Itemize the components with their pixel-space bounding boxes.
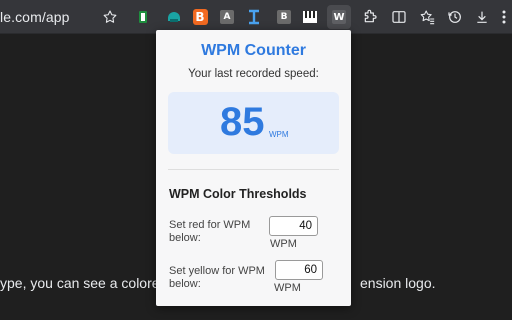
ext-teal-icon[interactable] — [164, 7, 184, 27]
ext-orange-b-icon[interactable]: B — [190, 7, 210, 27]
favorites-icon[interactable] — [417, 7, 437, 27]
page-text-right: ension logo. — [360, 275, 436, 291]
puzzle-icon[interactable] — [360, 7, 380, 27]
yellow-threshold-unit: WPM — [274, 282, 301, 294]
red-threshold-label: Set red for WPM below: — [169, 219, 251, 244]
red-threshold-unit: WPM — [270, 238, 297, 250]
split-view-icon[interactable] — [389, 7, 409, 27]
speed-card: 85 WPM — [168, 92, 339, 154]
history-icon[interactable] — [445, 7, 465, 27]
ext-b-icon[interactable]: B — [274, 7, 294, 27]
speed-value: 85 — [220, 100, 265, 144]
ext-piano-icon[interactable] — [300, 7, 320, 27]
ext-w-label: W — [332, 10, 346, 24]
ext-orange-label: B — [192, 9, 208, 25]
ext-a-label: A — [220, 10, 234, 24]
address-bar[interactable]: le.com/app — [0, 9, 69, 25]
star-icon[interactable] — [100, 7, 120, 27]
red-threshold-input[interactable] — [269, 216, 318, 236]
divider — [168, 169, 339, 170]
downloads-icon[interactable] — [472, 7, 492, 27]
ext-a-icon[interactable]: A — [217, 7, 237, 27]
thresholds-title: WPM Color Thresholds — [169, 187, 307, 201]
popup-subtitle: Your last recorded speed: — [188, 68, 319, 80]
page-text-left: ype, you can see a colored b — [0, 275, 180, 291]
yellow-threshold-label: Set yellow for WPM below: — [169, 265, 265, 290]
ext-w-icon[interactable]: W — [327, 5, 351, 29]
speed-unit: WPM — [269, 130, 289, 139]
popup-title: WPM Counter — [201, 42, 306, 59]
ext-green-icon[interactable] — [133, 7, 153, 27]
more-icon[interactable] — [497, 7, 511, 27]
wpm-popup: WPM Counter Your last recorded speed: 85… — [156, 30, 351, 306]
yellow-threshold-input[interactable] — [275, 260, 323, 280]
ext-b-label: B — [277, 10, 291, 24]
ext-blue-i-icon[interactable] — [244, 7, 264, 27]
browser-toolbar: le.com/app B A B W — [0, 0, 512, 34]
